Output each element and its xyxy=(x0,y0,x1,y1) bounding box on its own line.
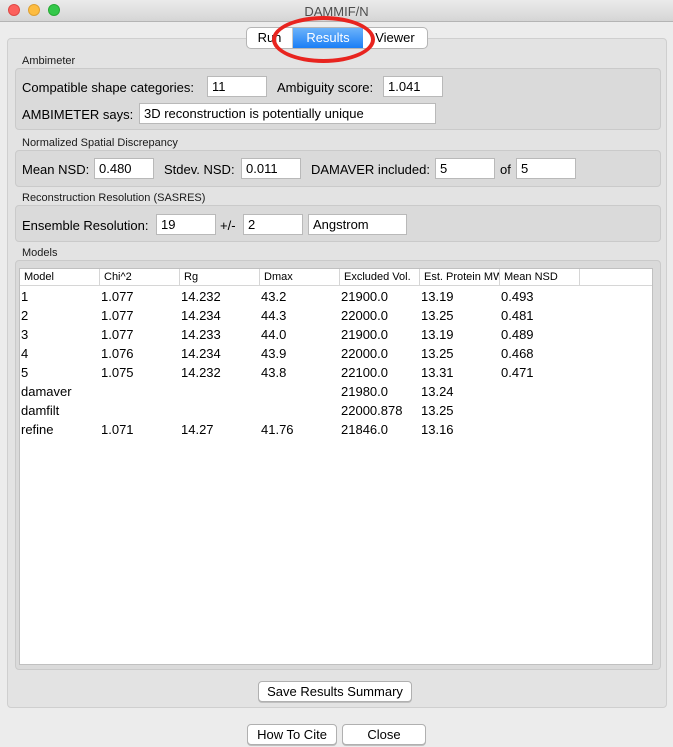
cell-excluded-vol: 21900.0 xyxy=(341,327,388,342)
cell-chi2: 1.077 xyxy=(101,308,134,323)
cell-excluded-vol: 21980.0 xyxy=(341,384,388,399)
cell-model: 4 xyxy=(21,346,29,361)
cell-mean-nsd: 0.468 xyxy=(501,346,534,361)
cell-model: 3 xyxy=(21,327,29,342)
of-label: of xyxy=(500,162,511,177)
cell-excluded-vol: 21900.0 xyxy=(341,289,388,304)
shape-categories-field[interactable]: 11 xyxy=(207,76,267,97)
cell-rg: 14.27 xyxy=(181,422,214,437)
cell-mean-nsd: 0.471 xyxy=(501,365,534,380)
table-row[interactable]: 2 1.077 14.234 44.3 22000.0 13.25 0.481 xyxy=(20,306,652,325)
column-header-dmax[interactable]: Dmax xyxy=(260,269,340,286)
close-button[interactable]: Close xyxy=(342,724,426,745)
column-header-rg[interactable]: Rg xyxy=(180,269,260,286)
cell-rg: 14.234 xyxy=(181,346,221,361)
cell-protein-mw: 13.25 xyxy=(421,346,454,361)
cell-protein-mw: 13.19 xyxy=(421,289,454,304)
cell-dmax: 44.0 xyxy=(261,327,287,342)
table-row[interactable]: 3 1.077 14.233 44.0 21900.0 13.19 0.489 xyxy=(20,325,652,344)
cell-rg: 14.234 xyxy=(181,308,221,323)
cell-excluded-vol: 22000.878 xyxy=(341,403,403,418)
table-row[interactable]: damaver 21980.0 13.24 xyxy=(20,382,652,401)
ambiguity-score-label: Ambiguity score: xyxy=(277,80,374,95)
cell-model: 1 xyxy=(21,289,29,304)
models-section-title: Models xyxy=(22,247,58,259)
nsd-section-title: Normalized Spatial Discrepancy xyxy=(22,137,178,149)
column-header-protein-mw[interactable]: Est. Protein MW xyxy=(420,269,500,286)
table-row[interactable]: 4 1.076 14.234 43.9 22000.0 13.25 0.468 xyxy=(20,344,652,363)
table-row[interactable]: 5 1.075 14.232 43.8 22100.0 13.31 0.471 xyxy=(20,363,652,382)
cell-rg: 14.233 xyxy=(181,327,221,342)
cell-rg: 14.232 xyxy=(181,365,221,380)
cell-dmax: 43.2 xyxy=(261,289,287,304)
cell-protein-mw: 13.24 xyxy=(421,384,454,399)
table-row[interactable]: refine 1.071 14.27 41.76 21846.0 13.16 xyxy=(20,420,652,439)
stdev-nsd-label: Stdev. NSD: xyxy=(164,162,235,177)
save-results-summary-button[interactable]: Save Results Summary xyxy=(258,681,412,702)
column-header-model[interactable]: Model xyxy=(20,269,100,286)
mean-nsd-field[interactable]: 0.480 xyxy=(94,158,154,179)
ensemble-resolution-label: Ensemble Resolution: xyxy=(22,218,149,233)
column-header-excluded-vol[interactable]: Excluded Vol. xyxy=(340,269,420,286)
resolution-unit-field[interactable]: Angstrom xyxy=(308,214,407,235)
cell-model: 5 xyxy=(21,365,29,380)
ambimeter-says-field[interactable]: 3D reconstruction is potentially unique xyxy=(139,103,436,124)
resolution-error-field[interactable]: 2 xyxy=(243,214,303,235)
cell-dmax: 41.76 xyxy=(261,422,294,437)
table-header: Model Chi^2 Rg Dmax Excluded Vol. Est. P… xyxy=(20,269,652,286)
table-row[interactable]: damfilt 22000.878 13.25 xyxy=(20,401,652,420)
column-header-chi2[interactable]: Chi^2 xyxy=(100,269,180,286)
cell-chi2: 1.076 xyxy=(101,346,134,361)
tab-results[interactable]: Results xyxy=(293,28,363,48)
cell-model: 2 xyxy=(21,308,29,323)
ambiguity-score-field[interactable]: 1.041 xyxy=(383,76,443,97)
ambimeter-says-label: AMBIMETER says: xyxy=(22,107,134,122)
cell-model: damfilt xyxy=(21,403,60,418)
cell-dmax: 44.3 xyxy=(261,308,287,323)
title-bar: DAMMIF/N xyxy=(0,0,673,22)
damaver-included-label: DAMAVER included: xyxy=(311,162,430,177)
ambimeter-section-title: Ambimeter xyxy=(22,55,76,67)
mean-nsd-label: Mean NSD: xyxy=(22,162,90,177)
cell-rg: 14.232 xyxy=(181,289,221,304)
cell-chi2: 1.075 xyxy=(101,365,134,380)
cell-model: damaver xyxy=(21,384,72,399)
cell-chi2: 1.077 xyxy=(101,327,134,342)
tab-bar: Run Results Viewer xyxy=(246,27,428,49)
cell-mean-nsd: 0.489 xyxy=(501,327,534,342)
stdev-nsd-field[interactable]: 0.011 xyxy=(241,158,301,179)
cell-mean-nsd: 0.493 xyxy=(501,289,534,304)
table-row[interactable]: 1 1.077 14.232 43.2 21900.0 13.19 0.493 xyxy=(20,287,652,306)
cell-chi2: 1.077 xyxy=(101,289,134,304)
column-header-mean-nsd[interactable]: Mean NSD xyxy=(500,269,580,286)
damaver-included-field[interactable]: 5 xyxy=(435,158,495,179)
cell-protein-mw: 13.25 xyxy=(421,403,454,418)
window-title: DAMMIF/N xyxy=(304,4,369,19)
cell-protein-mw: 13.16 xyxy=(421,422,454,437)
cell-excluded-vol: 22100.0 xyxy=(341,365,388,380)
cell-protein-mw: 13.31 xyxy=(421,365,454,380)
sasres-section-title: Reconstruction Resolution (SASRES) xyxy=(22,192,206,204)
cell-dmax: 43.9 xyxy=(261,346,287,361)
shape-categories-label: Compatible shape categories: xyxy=(22,80,194,95)
damaver-total-field[interactable]: 5 xyxy=(516,158,576,179)
models-table: Model Chi^2 Rg Dmax Excluded Vol. Est. P… xyxy=(19,268,653,665)
tab-viewer[interactable]: Viewer xyxy=(363,28,427,48)
cell-model: refine xyxy=(21,422,54,437)
cell-excluded-vol: 21846.0 xyxy=(341,422,388,437)
cell-dmax: 43.8 xyxy=(261,365,287,380)
tab-run[interactable]: Run xyxy=(247,28,293,48)
cell-excluded-vol: 22000.0 xyxy=(341,308,388,323)
cell-mean-nsd: 0.481 xyxy=(501,308,534,323)
plus-minus-label: +/- xyxy=(220,218,236,233)
how-to-cite-button[interactable]: How To Cite xyxy=(247,724,337,745)
ensemble-resolution-field[interactable]: 19 xyxy=(156,214,216,235)
cell-protein-mw: 13.25 xyxy=(421,308,454,323)
cell-protein-mw: 13.19 xyxy=(421,327,454,342)
cell-chi2: 1.071 xyxy=(101,422,134,437)
cell-excluded-vol: 22000.0 xyxy=(341,346,388,361)
